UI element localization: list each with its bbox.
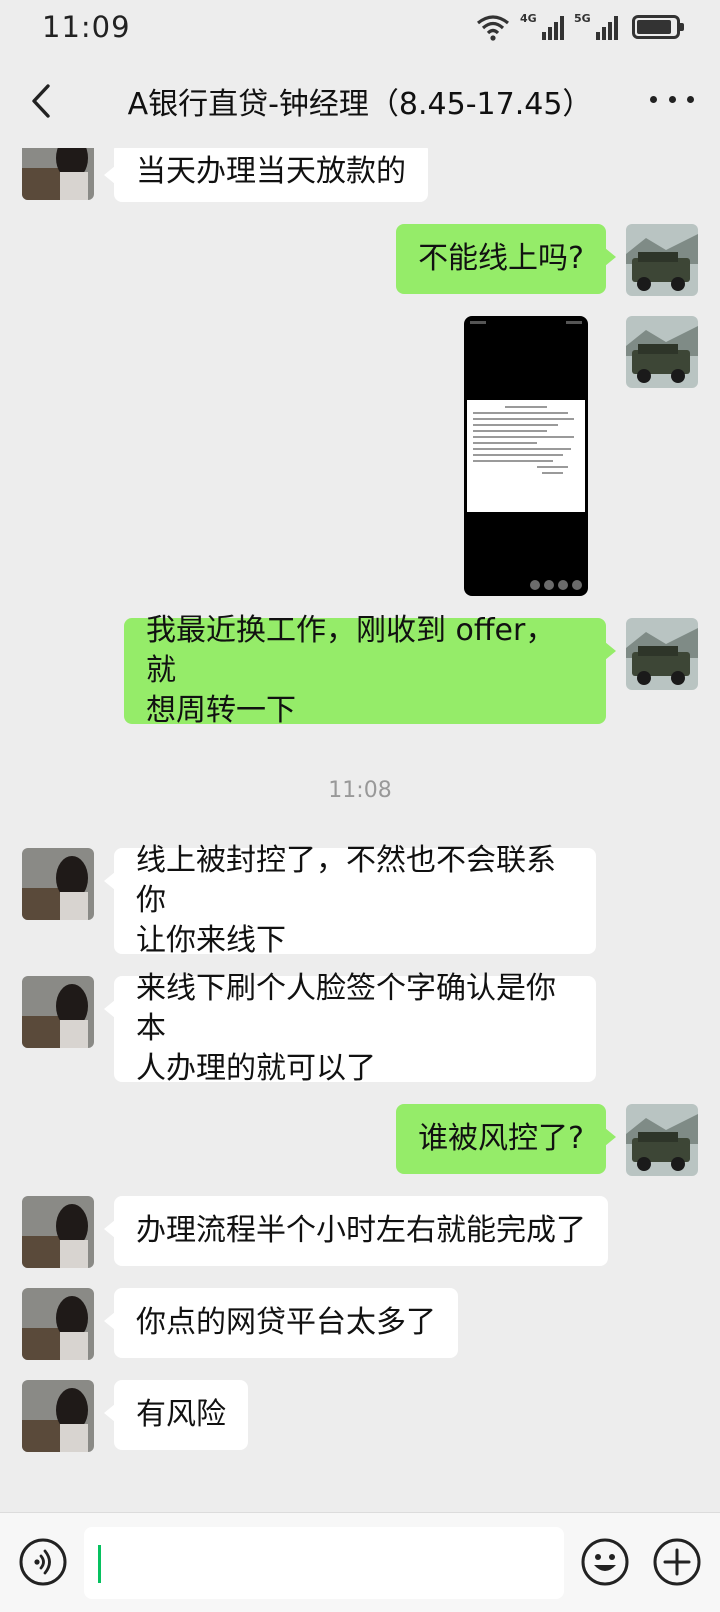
wifi-icon: [477, 15, 509, 41]
chat-header: A银行直贷-钟经理（8.45-17.45）: [0, 54, 720, 148]
status-bar: 11:09 4G 5G: [0, 0, 720, 54]
self-avatar[interactable]: [626, 618, 698, 690]
text-cursor: [98, 1545, 101, 1583]
chat-messages[interactable]: 当天办理当天放款的 不能线上吗? 我最近换工作，刚收到 offer，就 想周转一…: [0, 148, 720, 1512]
battery-icon: [632, 15, 684, 39]
contact-avatar[interactable]: [22, 976, 94, 1048]
message-bubble[interactable]: 线上被封控了，不然也不会联系你 让你来线下: [104, 843, 596, 958]
message-text-line: 让你来线下: [136, 923, 286, 958]
status-time: 11:09: [42, 10, 131, 44]
chevron-left-icon[interactable]: [22, 78, 66, 124]
message-bubble[interactable]: 谁被风控了?: [396, 1104, 616, 1174]
message-bubble[interactable]: 不能线上吗?: [396, 224, 616, 294]
message-text-line: 人办理的就可以了: [136, 1051, 376, 1086]
contact-avatar[interactable]: [22, 1380, 94, 1452]
message-bubble[interactable]: 来线下刷个人脸签个字确认是你本 人办理的就可以了: [104, 971, 596, 1086]
status-icons: 4G 5G: [476, 12, 684, 41]
signal-5g-icon: 5G: [574, 12, 618, 40]
message-bubble[interactable]: 你点的网贷平台太多了: [104, 1288, 458, 1358]
self-avatar[interactable]: [626, 1104, 698, 1176]
signal-4g-label: 4G: [520, 12, 537, 25]
contact-avatar[interactable]: [22, 848, 94, 920]
message-input[interactable]: [84, 1527, 564, 1599]
message-text: 不能线上吗?: [418, 241, 584, 276]
contact-avatar[interactable]: [22, 1196, 94, 1268]
message-bubble[interactable]: 我最近换工作，刚收到 offer，就 想周转一下: [124, 613, 616, 728]
message-bubble[interactable]: 当天办理当天放款的: [104, 148, 428, 202]
signal-5g-label: 5G: [574, 12, 591, 25]
message-text: 你点的网贷平台太多了: [136, 1305, 436, 1340]
chat-title: A银行直贷-钟经理（8.45-17.45）: [127, 87, 593, 122]
emoji-icon[interactable]: [580, 1537, 630, 1587]
document-preview: [467, 400, 585, 512]
message-bubble[interactable]: 有风险: [104, 1380, 248, 1450]
time-divider: 11:08: [328, 778, 392, 803]
voice-icon[interactable]: [18, 1537, 68, 1587]
message-text-line: 我最近换工作，刚收到 offer，就: [146, 613, 556, 688]
image-message[interactable]: [464, 316, 588, 596]
message-text-line: 来线下刷个人脸签个字确认是你本: [136, 971, 556, 1046]
message-text-line: 想周转一下: [146, 693, 296, 728]
message-text: 当天办理当天放款的: [136, 154, 406, 189]
self-avatar[interactable]: [626, 224, 698, 296]
image-statusbar: [470, 321, 582, 325]
input-bar: [0, 1512, 720, 1612]
message-text-line: 线上被封控了，不然也不会联系你: [136, 843, 556, 918]
signal-4g-icon: 4G: [520, 12, 564, 40]
self-avatar[interactable]: [626, 316, 698, 388]
message-text: 谁被风控了?: [418, 1121, 584, 1156]
contact-avatar[interactable]: [22, 148, 94, 200]
message-bubble[interactable]: 办理流程半个小时左右就能完成了: [104, 1196, 608, 1266]
more-dots-icon[interactable]: [650, 84, 694, 114]
image-controls: [530, 580, 582, 590]
contact-avatar[interactable]: [22, 1288, 94, 1360]
plus-icon[interactable]: [652, 1537, 702, 1587]
message-text: 有风险: [136, 1397, 226, 1432]
message-text: 办理流程半个小时左右就能完成了: [136, 1213, 586, 1248]
